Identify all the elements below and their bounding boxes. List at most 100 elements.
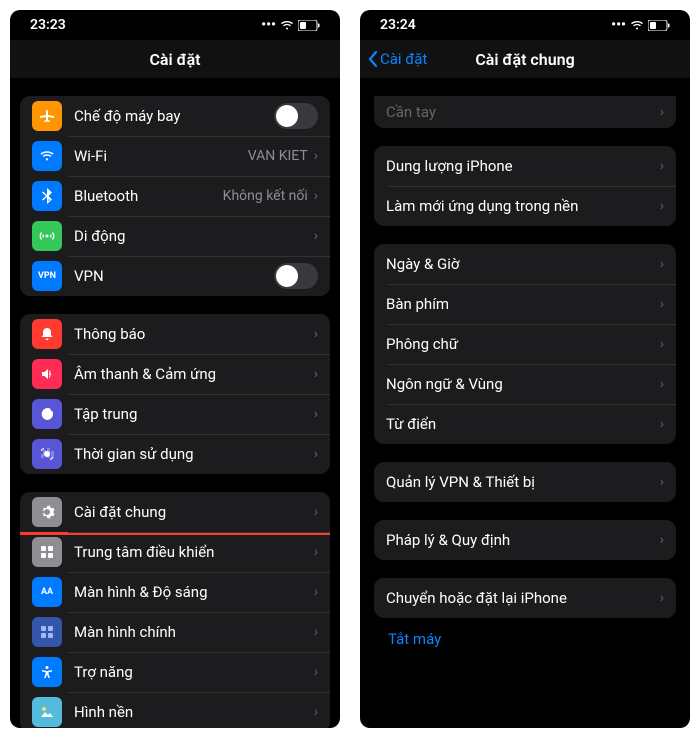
chevron-right-icon: › <box>314 228 318 244</box>
back-button[interactable]: Cài đặt <box>368 50 427 68</box>
row-label: Trợ năng <box>74 663 314 681</box>
row-background-refresh[interactable]: Làm mới ứng dụng trong nền› <box>374 186 676 226</box>
chevron-right-icon: › <box>314 504 318 520</box>
status-time: 23:24 <box>380 17 416 33</box>
status-icons: ••• <box>261 17 320 33</box>
row-label: Màn hình chính <box>74 623 314 641</box>
row-display[interactable]: AAMàn hình & Độ sáng› <box>20 572 330 612</box>
row-label: Ngôn ngữ & Vùng <box>386 375 660 393</box>
settings-section: Dung lượng iPhone›Làm mới ứng dụng trong… <box>374 146 676 226</box>
chevron-right-icon: › <box>660 474 664 490</box>
cellular-icon <box>32 221 62 251</box>
shutdown-link[interactable]: Tắt máy <box>374 618 690 660</box>
general-icon <box>32 497 62 527</box>
settings-section: Chế độ máy bayWi-FiVAN KIET›BluetoothKhô… <box>20 96 330 296</box>
chevron-right-icon: › <box>660 256 664 272</box>
row-label: Cần tay <box>386 103 660 121</box>
row-label: Từ điển <box>386 415 660 433</box>
settings-section: Ngày & Giờ›Bàn phím›Phông chữ›Ngôn ngữ &… <box>374 244 676 444</box>
chevron-right-icon: › <box>660 198 664 214</box>
chevron-right-icon: › <box>660 296 664 312</box>
row-partial[interactable]: Cần tay › <box>374 96 676 128</box>
row-general[interactable]: Cài đặt chung› <box>20 492 330 532</box>
screentime-icon <box>32 439 62 469</box>
vpn-icon: VPN <box>32 261 62 291</box>
toggle-switch[interactable] <box>274 103 318 129</box>
chevron-right-icon: › <box>314 704 318 720</box>
row-label: Màn hình & Độ sáng <box>74 583 314 601</box>
row-sounds[interactable]: Âm thanh & Cảm ứng› <box>20 354 330 394</box>
home-screen-icon <box>32 617 62 647</box>
page-title: Cài đặt <box>149 50 200 69</box>
row-cellular[interactable]: Di động› <box>20 216 330 256</box>
appearance-icon <box>32 697 62 727</box>
chevron-right-icon: › <box>314 544 318 560</box>
row-airplane[interactable]: Chế độ máy bay <box>20 96 330 136</box>
row-control-center[interactable]: Trung tâm điều khiển› <box>20 532 330 572</box>
notifications-icon <box>32 319 62 349</box>
row-appearance[interactable]: Hình nền› <box>20 692 330 728</box>
nav-header: Cài đặt Cài đặt chung <box>360 40 690 78</box>
row-wifi[interactable]: Wi-FiVAN KIET › <box>20 136 330 176</box>
accessibility-icon <box>32 657 62 687</box>
chevron-right-icon: › <box>660 376 664 392</box>
settings-section: Chuyển hoặc đặt lại iPhone› <box>374 578 676 618</box>
chevron-right-icon: › <box>660 590 664 606</box>
status-bar: 23:24 ••• <box>360 10 690 40</box>
toggle-switch[interactable] <box>274 263 318 289</box>
row-label: Di động <box>74 227 314 245</box>
row-storage[interactable]: Dung lượng iPhone› <box>374 146 676 186</box>
row-label: VPN <box>74 267 274 285</box>
row-legal[interactable]: Pháp lý & Quy định› <box>374 520 676 560</box>
general-list[interactable]: Cần tay › Dung lượng iPhone›Làm mới ứng … <box>360 78 690 660</box>
row-label: Bàn phím <box>386 295 660 313</box>
page-title: Cài đặt chung <box>475 50 574 69</box>
row-label: Cài đặt chung <box>74 503 314 521</box>
row-date-time[interactable]: Ngày & Giờ› <box>374 244 676 284</box>
row-accessibility[interactable]: Trợ năng› <box>20 652 330 692</box>
wifi-icon <box>630 20 644 30</box>
nav-header: Cài đặt <box>10 40 340 78</box>
row-home-screen[interactable]: Màn hình chính› <box>20 612 330 652</box>
battery-icon <box>298 20 320 31</box>
row-fonts[interactable]: Phông chữ› <box>374 324 676 364</box>
row-label: Chuyển hoặc đặt lại iPhone <box>386 589 660 607</box>
row-detail: Không kết nối <box>223 188 308 204</box>
chevron-right-icon: › <box>660 532 664 548</box>
chevron-right-icon: › <box>314 406 318 422</box>
row-label: Thời gian sử dụng <box>74 445 314 463</box>
screenshot-settings: 23:23 ••• Cài đặt Chế độ máy bayWi-FiVAN… <box>10 10 340 728</box>
row-language[interactable]: Ngôn ngữ & Vùng› <box>374 364 676 404</box>
row-focus[interactable]: Tập trung› <box>20 394 330 434</box>
partial-section: Cần tay › <box>374 96 676 128</box>
row-label: Wi-Fi <box>74 147 248 165</box>
chevron-right-icon: › <box>314 584 318 600</box>
row-notifications[interactable]: Thông báo› <box>20 314 330 354</box>
row-screentime[interactable]: Thời gian sử dụng› <box>20 434 330 474</box>
settings-list[interactable]: Chế độ máy bayWi-FiVAN KIET›BluetoothKhô… <box>10 78 340 728</box>
row-label: Trung tâm điều khiển <box>74 543 314 561</box>
row-dictionary[interactable]: Từ điển› <box>374 404 676 444</box>
chevron-right-icon: › <box>314 664 318 680</box>
chevron-right-icon: › <box>314 446 318 462</box>
chevron-right-icon: › <box>314 148 318 164</box>
row-keyboard[interactable]: Bàn phím› <box>374 284 676 324</box>
wifi-icon <box>280 20 294 30</box>
row-label: Pháp lý & Quy định <box>386 531 660 549</box>
chevron-left-icon <box>368 51 378 67</box>
sounds-icon <box>32 359 62 389</box>
row-label: Thông báo <box>74 325 314 343</box>
airplane-icon <box>32 101 62 131</box>
status-icons: ••• <box>611 17 670 33</box>
chevron-right-icon: › <box>314 188 318 204</box>
row-label: Dung lượng iPhone <box>386 157 660 175</box>
row-vpn-device[interactable]: Quản lý VPN & Thiết bị› <box>374 462 676 502</box>
chevron-right-icon: › <box>314 624 318 640</box>
row-label: Ngày & Giờ <box>386 255 660 273</box>
row-transfer-reset[interactable]: Chuyển hoặc đặt lại iPhone› <box>374 578 676 618</box>
row-vpn[interactable]: VPN VPN <box>20 256 330 296</box>
chevron-right-icon: › <box>660 104 664 120</box>
row-bluetooth[interactable]: BluetoothKhông kết nối› <box>20 176 330 216</box>
row-detail: VAN KIET <box>248 148 308 164</box>
signal-icon: ••• <box>261 17 276 33</box>
